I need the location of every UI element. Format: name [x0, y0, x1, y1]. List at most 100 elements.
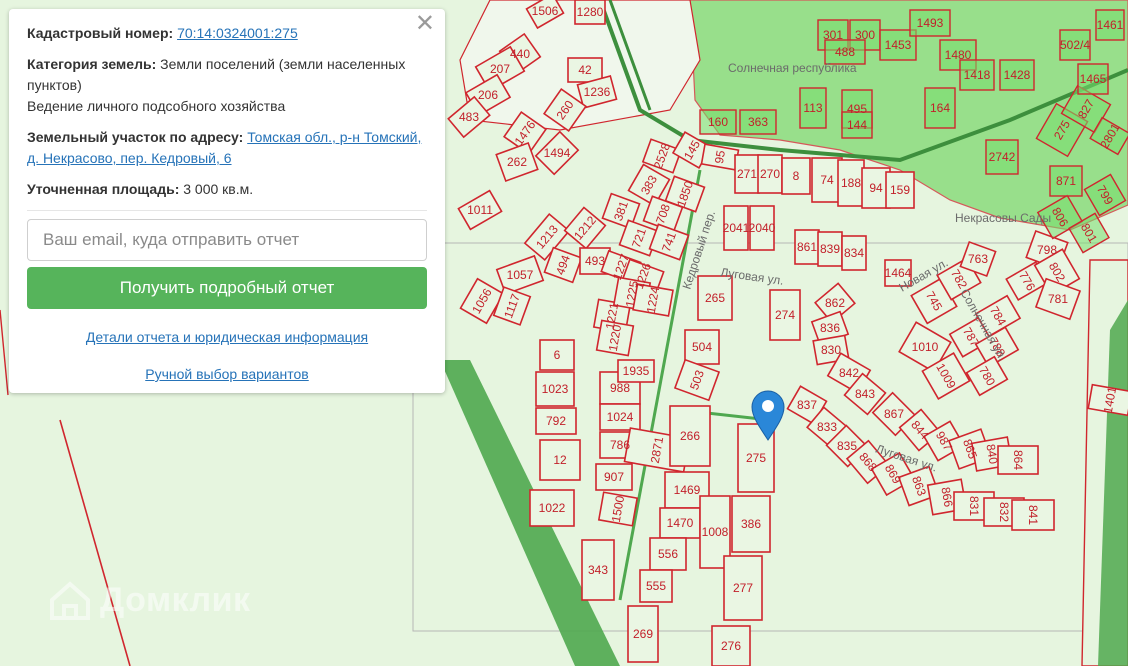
usage-text: Ведение личного подсобного хозяйства: [27, 98, 286, 114]
parcel-number-label: 1461: [1097, 18, 1124, 32]
parcel-info-panel: ✕ Кадастровый номер: 70:14:0324001:275 К…: [9, 9, 445, 393]
parcel-number-label: 555: [646, 579, 666, 593]
house-icon: [50, 581, 90, 620]
parcel-number-label: 113: [803, 101, 822, 115]
watermark-text: Домклик: [100, 580, 251, 619]
close-icon[interactable]: ✕: [415, 11, 435, 35]
parcel-number-label: 839: [820, 242, 840, 256]
parcel-number-label: 763: [968, 252, 988, 266]
parcel-number-label: 842: [839, 366, 859, 380]
parcel-number-label: 275: [746, 451, 766, 465]
parcel-number-label: 300: [855, 28, 875, 42]
parcel-number-label: 188: [841, 176, 861, 190]
parcel-number-label: 363: [748, 115, 768, 129]
parcel-number-label: 1236: [584, 85, 611, 99]
parcel-number-label: 1465: [1080, 72, 1107, 86]
parcel-number-label: 1023: [542, 382, 569, 396]
parcel-number-label: 834: [844, 246, 864, 260]
category-row: Категория земель: Земли поселений (земли…: [27, 54, 427, 96]
parcel-number-label: 144: [847, 118, 867, 132]
parcel-number-label: 1057: [507, 268, 534, 282]
parcel-number-label: 493: [585, 254, 605, 268]
parcel-number-label: 164: [930, 101, 950, 115]
parcel-number-label: 556: [658, 547, 678, 561]
area-value: 3 000 кв.м.: [183, 181, 254, 197]
parcel-number-label: 2040: [749, 221, 776, 235]
parcel-number-label: 42: [578, 63, 592, 77]
parcel-number-label: 867: [884, 407, 904, 421]
email-input[interactable]: [27, 219, 427, 261]
cadastral-label: Кадастровый номер:: [27, 25, 174, 41]
parcel-number-label: 831: [967, 496, 981, 516]
parcel-number-label: 843: [855, 387, 875, 401]
parcel-number-label: 798: [1037, 243, 1057, 257]
parcel-number-label: 1008: [702, 525, 729, 539]
cadastral-row: Кадастровый номер: 70:14:0324001:275: [27, 23, 427, 44]
parcel-number-label: 343: [588, 563, 608, 577]
parcel-number-label: 871: [1056, 174, 1076, 188]
parcel-number-label: 836: [820, 321, 840, 335]
parcel-number-label: 792: [546, 414, 566, 428]
parcel-number-label: 1935: [623, 364, 650, 378]
parcel-number-label: 1418: [964, 68, 991, 82]
parcel-number-label: 841: [1026, 505, 1040, 525]
get-report-button[interactable]: Получить подробный отчет: [27, 267, 427, 309]
parcel-number-label: 271: [737, 167, 757, 181]
parcel-number-label: 483: [459, 110, 479, 124]
area-label: Уточненная площадь:: [27, 181, 180, 197]
parcel-number-label: 1010: [912, 340, 939, 354]
parcel-number-label: 6: [554, 348, 561, 362]
parcel-number-label: 1470: [667, 516, 694, 530]
parcel-number-label: 837: [797, 398, 817, 412]
parcel-number-label: 988: [610, 381, 630, 395]
parcel-number-label: 1011: [467, 203, 493, 217]
parcel-number-label: 1022: [539, 501, 566, 515]
parcel-number-label: 832: [997, 502, 1011, 522]
parcel-number-label: 1024: [607, 410, 634, 424]
parcel-number-label: 907: [604, 470, 624, 484]
parcel-number-label: 301: [823, 28, 843, 42]
address-row: Земельный участок по адресу: Томская обл…: [27, 127, 427, 169]
parcel-number-label: 1506: [532, 4, 559, 18]
parcel-number-label: 265: [705, 291, 725, 305]
parcel-number-label: 502/4: [1060, 38, 1090, 52]
parcel-number-label: 440: [510, 47, 530, 61]
parcel-number-label: 1469: [674, 483, 701, 497]
parcel-number-label: 1453: [885, 38, 912, 52]
parcel-number-label: 276: [721, 639, 741, 653]
parcel-number-label: 269: [633, 627, 653, 641]
parcel-number-label: 2742: [989, 150, 1016, 164]
parcel-number-label: 862: [825, 296, 845, 310]
street-label: Некрасовы Сады: [955, 211, 1051, 225]
parcel-number-label: 786: [610, 438, 630, 452]
address-label: Земельный участок по адресу:: [27, 129, 244, 145]
parcel-number-label: 835: [837, 439, 857, 453]
street-label: Солнечная республика: [728, 61, 857, 75]
manual-selection-link[interactable]: Ручной выбор вариантов: [27, 364, 427, 385]
parcel-number-label: 781: [1048, 292, 1068, 306]
parcel-number-label: 495: [847, 102, 867, 116]
category-label: Категория земель:: [27, 56, 157, 72]
cadastral-number-link[interactable]: 70:14:0324001:275: [177, 25, 298, 41]
parcel-number-label: 864: [1011, 450, 1025, 470]
parcel-number-label: 94: [869, 181, 883, 195]
parcel-number-label: 207: [490, 62, 510, 76]
parcel-number-label: 159: [890, 183, 910, 197]
report-details-link[interactable]: Детали отчета и юридическая информация: [27, 327, 427, 348]
parcel-number-label: 95: [712, 149, 728, 165]
parcel-number-label: 833: [817, 420, 837, 434]
parcel-number-label: 1428: [1004, 68, 1031, 82]
parcel-number-label: 74: [820, 173, 834, 187]
divider: [27, 210, 427, 211]
parcel-number-label: 12: [553, 453, 567, 467]
parcel-number-label: 1480: [945, 48, 972, 62]
parcel-number-label: 1494: [544, 146, 571, 160]
parcel-number-label: 274: [775, 308, 795, 322]
parcel-number-label: 270: [760, 167, 780, 181]
parcel-number-label: 830: [821, 343, 841, 357]
parcel-number-label: 2041: [723, 221, 750, 235]
parcel-number-label: 266: [680, 429, 700, 443]
parcel-number-label: 386: [741, 517, 761, 531]
parcel-number-label: 488: [835, 45, 855, 59]
parcel-number-label: 160: [708, 115, 728, 129]
